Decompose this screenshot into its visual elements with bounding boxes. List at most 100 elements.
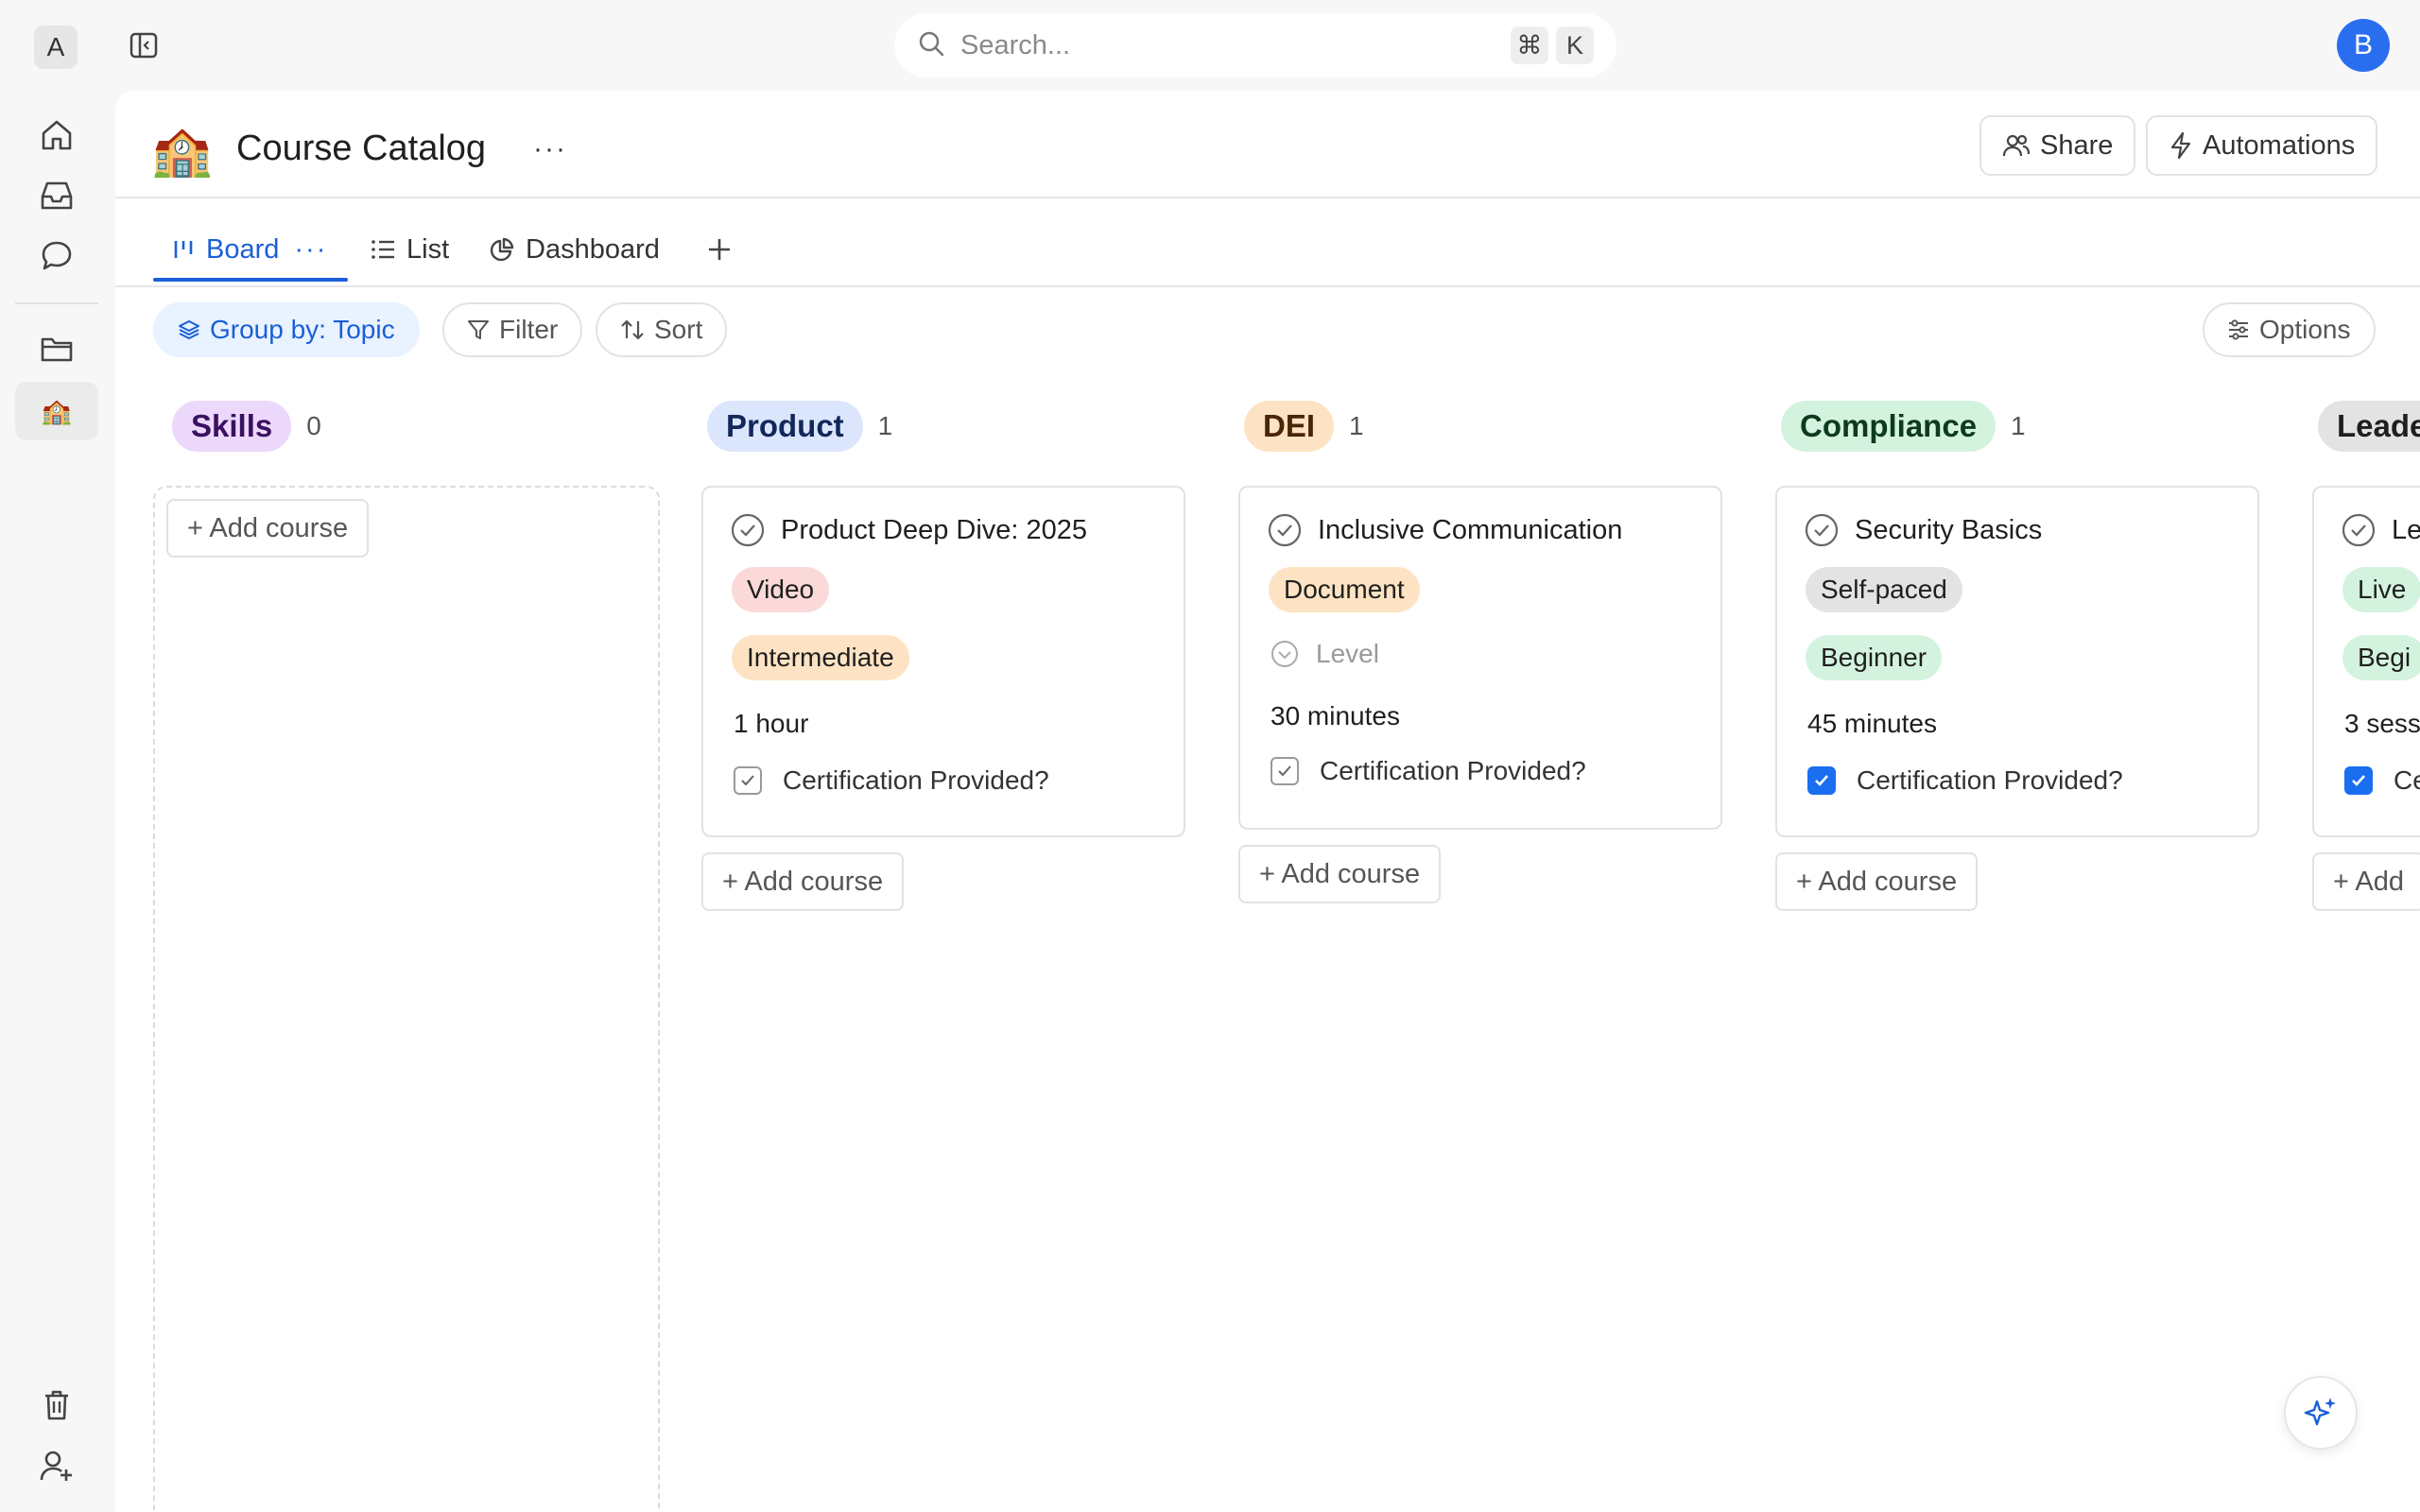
level-placeholder[interactable]: Level [1270, 639, 1379, 669]
topic-pill[interactable]: DEI [1244, 401, 1335, 452]
empty-column-dropzone[interactable] [153, 486, 660, 1512]
invite-user-icon[interactable] [15, 1436, 98, 1495]
rail-divider [15, 302, 98, 304]
header-divider [115, 197, 2420, 198]
automations-label: Automations [2203, 129, 2356, 161]
add-course-button[interactable]: + Add [2312, 852, 2420, 911]
column-header: DEI 1 [1244, 399, 1364, 454]
certification-row[interactable]: Ce [2344, 765, 2420, 796]
certification-label: Certification Provided? [783, 765, 1049, 795]
course-card[interactable]: Le Live Begi 3 sess Ce [2312, 486, 2420, 837]
certification-row[interactable]: Certification Provided? [1270, 756, 1586, 786]
certification-label: Ce [2394, 765, 2420, 795]
user-avatar[interactable]: B [2337, 19, 2390, 72]
certification-row[interactable]: Certification Provided? [734, 765, 1049, 796]
level-chip[interactable]: Beginner [1806, 635, 1943, 680]
column-header: Skills 0 [172, 399, 321, 454]
check-circle-icon[interactable] [1267, 512, 1303, 548]
column-count: 1 [1349, 411, 1364, 440]
level-placeholder-text: Level [1316, 639, 1379, 668]
format-chip[interactable]: Self-paced [1806, 567, 1962, 612]
card-title-text: Security Basics [1855, 514, 2043, 545]
share-button[interactable]: Share [1979, 115, 2136, 176]
check-circle-icon[interactable] [1804, 512, 1840, 548]
tab-list-label: List [406, 233, 450, 265]
format-chip[interactable]: Video [732, 567, 830, 612]
certification-label: Certification Provided? [1320, 756, 1586, 785]
group-by-button[interactable]: Group by: Topic [153, 302, 420, 357]
level-chip[interactable]: Begi [2342, 635, 2420, 680]
format-chip[interactable]: Document [1269, 567, 1420, 612]
page-title[interactable]: Course Catalog [236, 129, 486, 169]
chat-icon[interactable] [15, 227, 98, 285]
certification-checkbox[interactable] [734, 766, 762, 795]
topic-pill[interactable]: Product [707, 401, 863, 452]
school-emoji-icon: 🏫 [41, 396, 73, 425]
sliders-icon [2229, 319, 2248, 340]
tab-dashboard-label: Dashboard [526, 233, 660, 265]
card-title: Security Basics [1804, 512, 2042, 548]
tabs-divider [115, 285, 2420, 287]
sidebar-toggle-icon[interactable] [125, 26, 163, 64]
tab-board-more-icon[interactable]: ··· [294, 234, 327, 266]
column-count: 0 [306, 411, 321, 440]
pie-chart-icon [490, 237, 514, 262]
duration-text: 3 sess [2344, 709, 2420, 738]
column-count: 1 [2011, 411, 2026, 440]
topic-pill[interactable]: Leade [2318, 401, 2420, 452]
filter-label: Filter [499, 315, 559, 344]
search-icon [917, 29, 945, 62]
column-header: Product 1 [707, 399, 892, 454]
certification-checkbox[interactable] [1807, 766, 1836, 795]
filter-icon [468, 320, 489, 339]
search-input[interactable]: Search... [960, 30, 1503, 61]
card-title-text: Le [2392, 514, 2420, 545]
tab-dashboard[interactable]: Dashboard [490, 221, 660, 278]
course-card[interactable]: Product Deep Dive: 2025 Video Intermedia… [701, 486, 1185, 837]
ai-assistant-button[interactable] [2284, 1376, 2358, 1450]
topic-pill[interactable]: Compliance [1781, 401, 1996, 452]
duration-text: 1 hour [734, 709, 809, 738]
column-header: Compliance 1 [1781, 399, 2026, 454]
inbox-icon[interactable] [15, 166, 98, 225]
folder-icon[interactable] [15, 319, 98, 378]
certification-checkbox[interactable] [2344, 766, 2373, 795]
shortcut-cmd-key: ⌘ [1511, 26, 1548, 64]
tab-board[interactable]: Board ··· [172, 221, 327, 278]
add-view-button[interactable] [707, 221, 743, 278]
lightning-icon [2170, 131, 2191, 160]
add-course-button[interactable]: + Add course [1238, 845, 1442, 903]
certification-row[interactable]: Certification Provided? [1807, 765, 2123, 796]
card-title-text: Inclusive Communication [1318, 514, 1623, 545]
sort-button[interactable]: Sort [596, 302, 728, 357]
options-label: Options [2259, 315, 2351, 344]
chevron-circle-icon [1271, 641, 1298, 667]
trash-icon[interactable] [15, 1376, 98, 1435]
topic-pill[interactable]: Skills [172, 401, 292, 452]
tab-list[interactable]: List [371, 221, 449, 278]
home-icon[interactable] [15, 106, 98, 164]
course-card[interactable]: Inclusive Communication Document Level 3… [1238, 486, 1722, 830]
add-course-button[interactable]: + Add course [701, 852, 905, 911]
check-circle-icon[interactable] [2341, 512, 2377, 548]
workspace-avatar[interactable]: A [34, 26, 78, 69]
format-chip[interactable]: Live [2342, 567, 2420, 612]
active-tab-indicator [153, 278, 348, 282]
sidebar-item-course-catalog[interactable]: 🏫 [15, 382, 98, 440]
certification-checkbox[interactable] [1270, 757, 1299, 785]
add-course-button[interactable]: + Add course [166, 499, 370, 558]
search-bar[interactable]: Search... ⌘ K [894, 13, 1616, 77]
check-circle-icon[interactable] [730, 512, 766, 548]
automations-button[interactable]: Automations [2146, 115, 2378, 176]
shortcut-k-key: K [1556, 26, 1594, 64]
page-emoji-icon[interactable]: 🏫 [151, 121, 213, 181]
options-button[interactable]: Options [2203, 302, 2376, 357]
level-chip[interactable]: Intermediate [732, 635, 909, 680]
top-bar: A Search... ⌘ K B [0, 0, 2420, 91]
course-card[interactable]: Security Basics Self-paced Beginner 45 m… [1775, 486, 2259, 837]
add-course-button[interactable]: + Add course [1775, 852, 1979, 911]
filter-button[interactable]: Filter [442, 302, 583, 357]
page-more-icon[interactable]: ··· [526, 125, 575, 174]
list-icon [372, 240, 394, 259]
duration-text: 45 minutes [1807, 709, 1937, 738]
